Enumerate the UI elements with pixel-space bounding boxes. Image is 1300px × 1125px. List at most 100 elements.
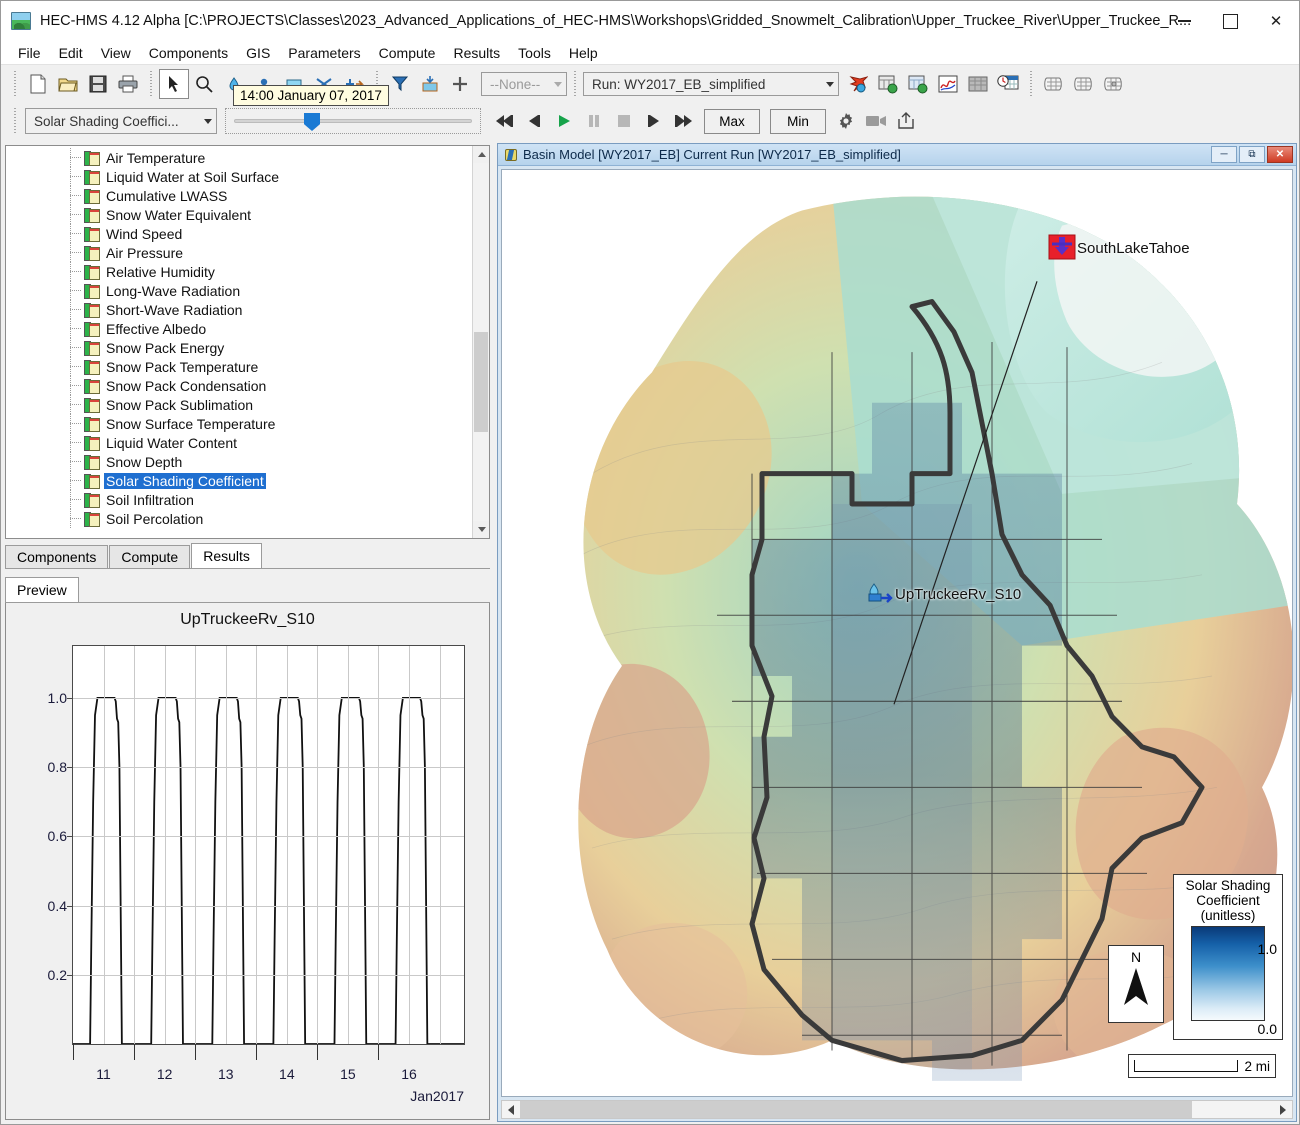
sink-marker-icon[interactable] (1047, 233, 1077, 261)
record-video-icon[interactable] (861, 106, 891, 136)
label-southlaketahoe: SouthLakeTahoe (1077, 240, 1190, 257)
tab-results[interactable]: Results (191, 543, 262, 568)
graph-icon[interactable] (933, 69, 963, 99)
basin-minimize-button[interactable]: ─ (1211, 146, 1237, 163)
element-select-combo[interactable]: --None-- (481, 72, 567, 96)
settings-gear-icon[interactable] (831, 106, 861, 136)
tree-item[interactable]: Cumulative LWASS (6, 186, 472, 205)
tree-item[interactable]: Long-Wave Radiation (6, 281, 472, 300)
compute-run-icon[interactable] (843, 69, 873, 99)
tree-item[interactable]: Relative Humidity (6, 262, 472, 281)
min-button[interactable]: Min (770, 108, 826, 134)
time-series-results-icon[interactable] (903, 69, 933, 99)
grid-results-icon[interactable] (1099, 69, 1129, 99)
tab-compute[interactable]: Compute (109, 545, 191, 568)
export-icon[interactable] (891, 106, 921, 136)
menu-view[interactable]: View (92, 42, 140, 64)
fast-forward-icon[interactable] (669, 106, 699, 136)
menu-components[interactable]: Components (140, 42, 237, 64)
tree-item-label: Snow Depth (106, 453, 183, 470)
tree-item-label: Cumulative LWASS (106, 187, 228, 204)
new-file-icon[interactable] (23, 69, 53, 99)
menu-help[interactable]: Help (560, 42, 607, 64)
tree-item[interactable]: Effective Albedo (6, 319, 472, 338)
menu-parameters[interactable]: Parameters (279, 42, 369, 64)
results-tree[interactable]: Air Temperature Liquid Water at Soil Surf… (6, 146, 472, 538)
tree-vertical-scrollbar[interactable] (472, 146, 489, 538)
tree-item[interactable]: Soil Percolation (6, 509, 472, 528)
tree-item[interactable]: Liquid Water Content (6, 433, 472, 452)
chart-x-axis-label: Jan2017 (410, 1088, 464, 1104)
menu-compute[interactable]: Compute (370, 42, 445, 64)
global-summary-icon[interactable] (873, 69, 903, 99)
max-button[interactable]: Max (704, 108, 760, 134)
table-icon[interactable] (963, 69, 993, 99)
rewind-to-start-icon[interactable] (489, 106, 519, 136)
time-slider-track (234, 119, 472, 123)
preview-chart-panel: UpTruckeeRv_S10 Solar Shading Coefficien… (5, 603, 490, 1120)
tree-item[interactable]: Short-Wave Radiation (6, 300, 472, 319)
minimize-button[interactable] (1161, 1, 1207, 41)
tree-item[interactable]: Snow Pack Energy (6, 338, 472, 357)
tree-item[interactable]: Snow Pack Sublimation (6, 395, 472, 414)
tree-item[interactable]: Snow Pack Condensation (6, 376, 472, 395)
subbasin-marker-icon[interactable] (867, 583, 895, 605)
tree-item[interactable]: Liquid Water at Soil Surface (6, 167, 472, 186)
basin-restore-button[interactable]: ⧉ (1239, 146, 1265, 163)
save-icon[interactable] (83, 69, 113, 99)
scroll-up-icon[interactable] (473, 146, 489, 163)
time-slider[interactable] (225, 108, 481, 134)
close-button[interactable]: ✕ (1253, 1, 1299, 41)
tree-item[interactable]: Snow Pack Temperature (6, 357, 472, 376)
print-icon[interactable] (113, 69, 143, 99)
add-sink-icon[interactable] (385, 69, 415, 99)
tree-item[interactable]: Snow Depth (6, 452, 472, 471)
chart-gridline-v (347, 646, 349, 1044)
hscroll-thumb[interactable] (520, 1101, 1192, 1118)
arrow-select-icon[interactable] (159, 69, 189, 99)
tab-components[interactable]: Components (5, 545, 109, 568)
scroll-thumb[interactable] (474, 332, 488, 432)
time-series-icon (84, 150, 100, 166)
tree-item[interactable]: Soil Infiltration (6, 490, 472, 509)
scroll-right-icon[interactable] (1274, 1101, 1292, 1118)
play-icon[interactable] (549, 106, 579, 136)
tree-item-label: Liquid Water Content (106, 434, 237, 451)
add-reach-icon[interactable] (415, 69, 445, 99)
menu-file[interactable]: File (9, 42, 50, 64)
scale-bar-graphic (1134, 1060, 1239, 1072)
stop-icon[interactable] (609, 106, 639, 136)
add-element-icon[interactable] (445, 69, 475, 99)
menu-tools[interactable]: Tools (509, 42, 560, 64)
basin-close-button[interactable]: ✕ (1267, 146, 1293, 163)
time-slider-thumb[interactable] (304, 113, 320, 131)
step-forward-icon[interactable] (639, 106, 669, 136)
grid-zones-icon[interactable] (1069, 69, 1099, 99)
tree-item[interactable]: Snow Surface Temperature (6, 414, 472, 433)
tree-item[interactable]: Air Pressure (6, 243, 472, 262)
tree-item[interactable]: Snow Water Equivalent (6, 205, 472, 224)
map-horizontal-scrollbar[interactable] (501, 1100, 1293, 1119)
time-series-table-icon[interactable] (993, 69, 1023, 99)
maximize-button[interactable] (1207, 1, 1253, 41)
zoom-icon[interactable] (189, 69, 219, 99)
menu-results[interactable]: Results (444, 42, 509, 64)
step-back-icon[interactable] (519, 106, 549, 136)
menu-gis[interactable]: GIS (237, 42, 279, 64)
tree-item[interactable]: Air Temperature (6, 148, 472, 167)
scroll-left-icon[interactable] (502, 1101, 520, 1118)
tree-item[interactable]: Solar Shading Coefficient (6, 471, 472, 490)
chart-x-tick-label: 14 (279, 1066, 295, 1082)
tree-item[interactable]: Wind Speed (6, 224, 472, 243)
pause-icon[interactable] (579, 106, 609, 136)
time-series-icon (84, 245, 100, 261)
tree-guide-dots (70, 309, 82, 310)
tab-preview[interactable]: Preview (5, 577, 79, 602)
grid-cells-icon[interactable] (1039, 69, 1069, 99)
run-select-combo[interactable]: Run: WY2017_EB_simplified (583, 72, 839, 96)
open-folder-icon[interactable] (53, 69, 83, 99)
variable-select-combo[interactable]: Solar Shading Coeffici... (25, 108, 217, 134)
scroll-down-icon[interactable] (473, 521, 489, 538)
map-canvas[interactable]: SouthLakeTahoe UpTruckeeRv_S10 Solar Sha… (501, 169, 1293, 1097)
menu-edit[interactable]: Edit (50, 42, 92, 64)
